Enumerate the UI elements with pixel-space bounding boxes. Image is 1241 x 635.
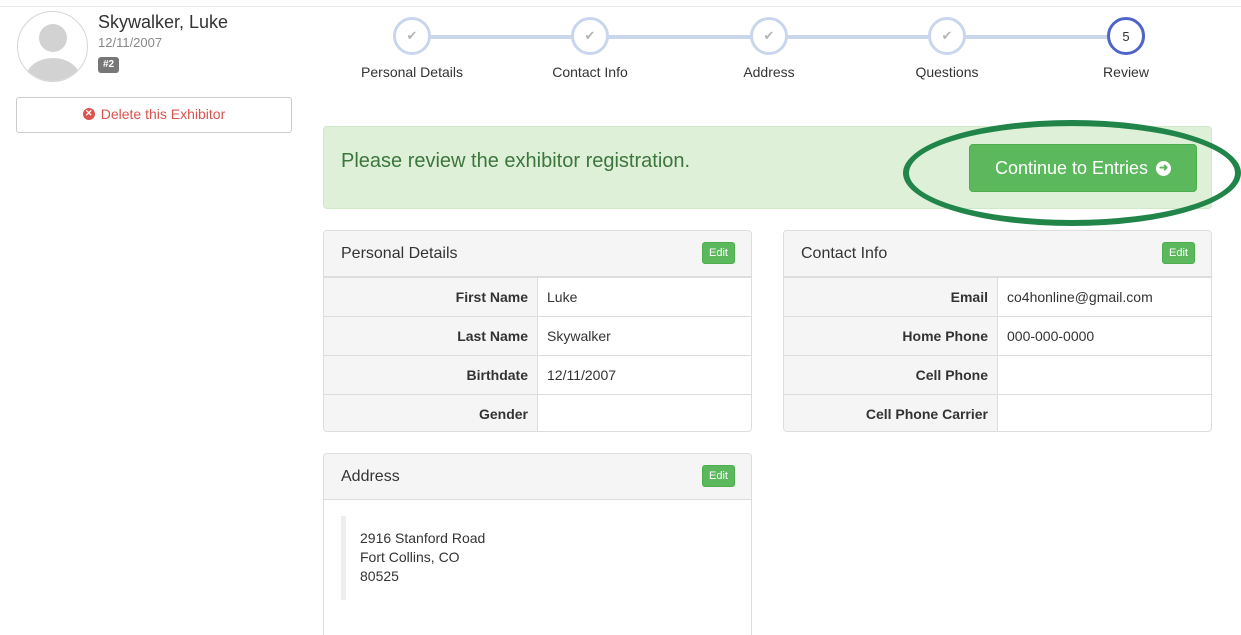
address-line-3: 80525 — [360, 568, 399, 584]
wizard-step-label: Questions — [915, 64, 979, 80]
avatar-body — [26, 58, 80, 81]
highlight-annotation-ring — [903, 120, 1241, 226]
exhibitor-name: Skywalker, Luke — [98, 12, 229, 32]
avatar — [17, 11, 88, 82]
address-line-2: Fort Collins, CO — [360, 549, 460, 565]
exhibitor-number-badge: #2 — [98, 57, 120, 73]
field-label: Home Phone — [784, 317, 998, 355]
field-value: 12/11/2007 — [547, 367, 617, 383]
personal-details-panel: Personal Details Edit First Name Luke La… — [323, 230, 752, 432]
address-line-1: 2916 Stanford Road — [360, 530, 486, 546]
panel-header: Personal Details Edit — [324, 231, 751, 277]
table-row: Birthdate 12/11/2007 — [324, 355, 751, 394]
field-value: Luke — [547, 289, 578, 305]
wizard-step-label: Personal Details — [361, 64, 463, 80]
edit-personal-details-button[interactable]: Edit — [702, 242, 735, 264]
check-icon: ✔ — [750, 17, 788, 55]
table-row: Cell Phone — [784, 355, 1211, 394]
check-icon: ✔ — [393, 17, 431, 55]
field-value — [998, 356, 1007, 394]
table-row: First Name Luke — [324, 277, 751, 316]
edit-contact-info-button[interactable]: Edit — [1162, 242, 1195, 264]
exhibitor-birthdate: 12/11/2007 — [98, 35, 163, 50]
field-label: Birthdate — [324, 356, 538, 394]
top-divider — [0, 6, 1241, 7]
table-row: Email co4honline@gmail.com — [784, 277, 1211, 316]
wizard-step-label: Contact Info — [552, 64, 628, 80]
address-panel: Address Edit 2916 Stanford Road Fort Col… — [323, 453, 752, 635]
check-icon: ✔ — [571, 17, 609, 55]
table-row: Home Phone 000-000-0000 — [784, 316, 1211, 355]
wizard-step-label: Review — [1103, 64, 1149, 80]
field-value — [538, 395, 547, 431]
field-value: co4honline@gmail.com — [1007, 289, 1153, 305]
field-label: Email — [784, 278, 998, 316]
field-label: First Name — [324, 278, 538, 316]
times-circle-icon: ✕ — [82, 107, 95, 120]
review-message: Please review the exhibitor registration… — [341, 150, 691, 172]
contact-info-panel: Contact Info Edit Email co4honline@gmail… — [783, 230, 1212, 432]
field-value — [998, 395, 1007, 431]
field-label: Gender — [324, 395, 538, 431]
address-block: 2916 Stanford Road Fort Collins, CO 8052… — [341, 516, 485, 600]
edit-address-button[interactable]: Edit — [702, 465, 735, 487]
panel-title: Address — [341, 468, 400, 485]
avatar-head — [39, 24, 67, 52]
panel-header: Address Edit — [324, 454, 751, 500]
delete-exhibitor-label: Delete this Exhibitor — [100, 105, 226, 122]
field-value: 000-000-0000 — [1007, 328, 1095, 344]
panel-header: Contact Info Edit — [784, 231, 1211, 277]
field-label: Cell Phone Carrier — [784, 395, 998, 431]
table-row: Last Name Skywalker — [324, 316, 751, 355]
step-number: 5 — [1107, 17, 1145, 55]
field-label: Cell Phone — [784, 356, 998, 394]
table-row: Gender — [324, 394, 751, 431]
wizard-step-label: Address — [743, 64, 795, 80]
delete-exhibitor-button[interactable]: ✕ Delete this Exhibitor — [16, 97, 292, 133]
panel-title: Personal Details — [341, 245, 458, 262]
field-label: Last Name — [324, 317, 538, 355]
field-value: Skywalker — [547, 328, 611, 344]
check-icon: ✔ — [928, 17, 966, 55]
panel-title: Contact Info — [801, 245, 888, 262]
table-row: Cell Phone Carrier — [784, 394, 1211, 431]
